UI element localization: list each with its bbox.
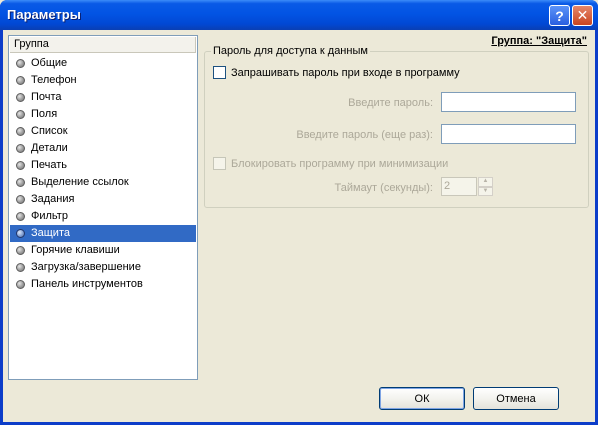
group-list-header[interactable]: Группа: [10, 37, 196, 53]
timeout-value[interactable]: 2: [441, 177, 477, 196]
group-list-items: Общие Телефон Почта Поля Список Детали Печать В…: [10, 55, 196, 293]
bullet-icon: [16, 144, 25, 153]
bullet-icon: [16, 93, 25, 102]
password-groupbox-legend: Пароль для доступа к данным: [211, 45, 370, 57]
lock-on-minimize-checkbox-row[interactable]: Блокировать программу при минимизации: [213, 157, 448, 170]
group-list-item[interactable]: Панель инструментов: [10, 276, 196, 293]
group-list-item-label: Выделение ссылок: [31, 176, 129, 188]
cancel-button[interactable]: Отмена: [473, 387, 559, 410]
bullet-icon: [16, 212, 25, 221]
close-icon: ✕: [576, 7, 589, 23]
bullet-icon: [16, 246, 25, 255]
bullet-icon: [16, 178, 25, 187]
lock-on-minimize-checkbox[interactable]: [213, 157, 226, 170]
lock-on-minimize-label: Блокировать программу при минимизации: [231, 157, 449, 170]
group-list-item[interactable]: Выделение ссылок: [10, 174, 196, 191]
bullet-icon: [16, 76, 25, 85]
spin-up-icon[interactable]: ▲: [478, 177, 493, 187]
close-button[interactable]: ✕: [572, 5, 593, 26]
ask-password-checkbox-row[interactable]: Запрашивать пароль при входе в программу: [213, 66, 460, 79]
bullet-icon: [16, 110, 25, 119]
enter-password-input[interactable]: [441, 92, 576, 112]
enter-password-label: Введите пароль:: [348, 97, 433, 109]
group-list-item[interactable]: Общие: [10, 55, 196, 72]
group-list-item-label: Горячие клавиши: [31, 244, 120, 256]
timeout-spinner[interactable]: 2 ▲ ▼: [441, 177, 493, 196]
spin-down-icon[interactable]: ▼: [478, 186, 493, 196]
bullet-icon: [16, 229, 25, 238]
bullet-icon: [16, 161, 25, 170]
group-list-item[interactable]: Детали: [10, 140, 196, 157]
title-bar[interactable]: Параметры ? ✕: [0, 0, 598, 30]
window-title: Параметры: [7, 7, 81, 22]
group-list-item[interactable]: Печать: [10, 157, 196, 174]
group-list-item-label: Почта: [31, 91, 62, 103]
group-list-item-label: Поля: [31, 108, 58, 120]
dialog-window: Параметры ? ✕ Группа Общие Телефон Почта По…: [0, 0, 598, 425]
bullet-icon: [16, 280, 25, 289]
group-list-item[interactable]: Почта: [10, 89, 196, 106]
group-list-item[interactable]: Задания: [10, 191, 196, 208]
dialog-client-area: Группа Общие Телефон Почта Поля Список Детали…: [3, 30, 595, 422]
group-list-item-label: Телефон: [31, 74, 77, 86]
group-list-item-label: Детали: [31, 142, 68, 154]
group-title: Группа: "Защита": [491, 35, 587, 47]
bullet-icon: [16, 59, 25, 68]
enter-password-again-input[interactable]: [441, 124, 576, 144]
group-list-item-label: Фильтр: [31, 210, 68, 222]
ask-password-label: Запрашивать пароль при входе в программу: [231, 66, 460, 79]
group-list-item-label: Общие: [31, 57, 68, 69]
ok-button[interactable]: ОК: [379, 387, 465, 410]
group-list-item-label: Панель инструментов: [31, 278, 143, 290]
timeout-spin-buttons: ▲ ▼: [478, 177, 493, 196]
password-groupbox: Пароль для доступа к данным Запрашивать …: [204, 45, 589, 208]
timeout-label: Таймаут (секунды):: [334, 182, 433, 194]
group-list-item[interactable]: Защита: [10, 225, 196, 242]
group-list-item-label: Печать: [31, 159, 68, 171]
bullet-icon: [16, 195, 25, 204]
group-list-item[interactable]: Загрузка/завершение: [10, 259, 196, 276]
group-list-item-label: Защита: [31, 227, 70, 239]
group-list[interactable]: Группа Общие Телефон Почта Поля Список Детали…: [8, 35, 198, 380]
help-button[interactable]: ?: [549, 5, 570, 26]
group-list-item-label: Список: [31, 125, 68, 137]
group-list-item[interactable]: Список: [10, 123, 196, 140]
group-list-item-label: Загрузка/завершение: [31, 261, 141, 273]
ask-password-checkbox[interactable]: [213, 66, 226, 79]
help-icon: ?: [555, 7, 564, 24]
bullet-icon: [16, 127, 25, 136]
group-list-item[interactable]: Горячие клавиши: [10, 242, 196, 259]
group-list-item[interactable]: Поля: [10, 106, 196, 123]
group-list-item[interactable]: Фильтр: [10, 208, 196, 225]
group-list-item-label: Задания: [31, 193, 75, 205]
group-list-item[interactable]: Телефон: [10, 72, 196, 89]
enter-password-again-label: Введите пароль (еще раз):: [296, 129, 433, 141]
bullet-icon: [16, 263, 25, 272]
